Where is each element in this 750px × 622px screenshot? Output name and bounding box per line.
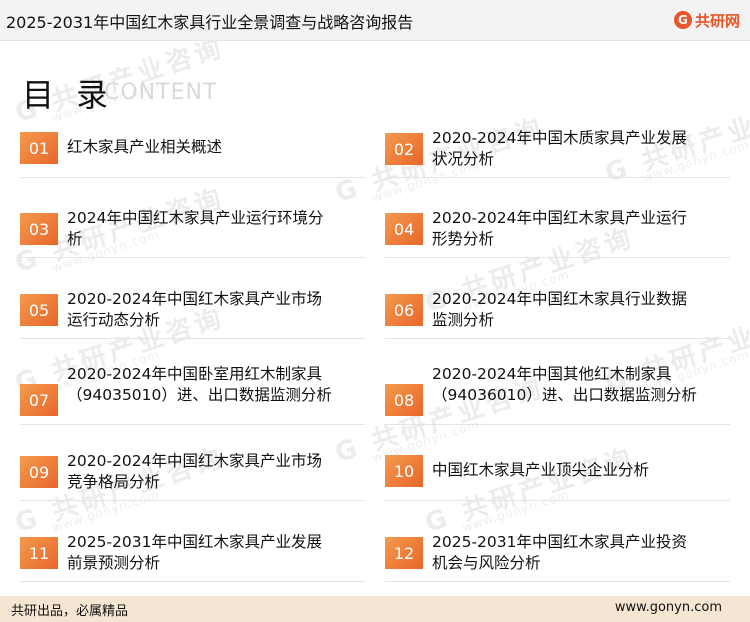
toc-item-number: 11 <box>20 537 58 569</box>
toc-item-title: 2024年中国红木家具产业运行环境分析 <box>67 209 324 248</box>
toc-item-title: 2020-2024年中国木质家具产业发展状况分析 <box>432 129 687 168</box>
toc-item-04[interactable]: 04 2020-2024年中国红木家具产业运行形势分析 <box>385 198 730 262</box>
toc-item-02[interactable]: 02 2020-2024年中国木质家具产业发展状况分析 <box>385 118 730 182</box>
toc-item-title: 2020-2024年中国红木家具产业市场运行动态分析 <box>67 290 322 329</box>
toc-item-divider <box>385 424 730 425</box>
toc-item-number: 04 <box>385 213 423 245</box>
toc-item-number: 10 <box>385 455 423 487</box>
toc-item-divider <box>20 338 365 339</box>
toc-item-08[interactable]: 08 2020-2024年中国其他红木制家具（94036010）进、出口数据监测分… <box>385 360 730 425</box>
logo-icon: G <box>673 11 692 29</box>
toc-item-11[interactable]: 11 2025-2031年中国红木家具产业发展前景预测分析 <box>20 522 365 586</box>
toc-item-divider <box>385 177 730 178</box>
toc-item-divider <box>20 424 365 425</box>
toc-item-07[interactable]: 07 2020-2024年中国卧室用红木制家具（94035010）进、出口数据监测… <box>20 360 365 425</box>
toc-item-10[interactable]: 10 中国红木家具产业顶尖企业分析 <box>385 441 730 505</box>
toc-item-divider <box>385 581 730 582</box>
toc-item-number: 03 <box>20 213 58 245</box>
toc-heading: 目 录 <box>22 76 115 114</box>
toc-subheading: CONTENT <box>104 80 218 105</box>
toc-item-number: 09 <box>20 456 58 488</box>
toc-item-divider <box>20 500 365 501</box>
toc-item-title: 2020-2024年中国其他红木制家具（94036010）进、出口数据监测分析 <box>432 365 697 404</box>
toc-item-title: 中国红木家具产业顶尖企业分析 <box>432 461 650 479</box>
toc-item-01[interactable]: 01 红木家具产业相关概述 <box>20 118 365 182</box>
header-bar: 2025-2031年中国红木家具行业全景调查与战略咨询报告 G 共研网 <box>0 0 750 41</box>
toc-item-title: 2020-2024年中国红木家具产业运行形势分析 <box>432 209 687 248</box>
toc-item-divider <box>385 338 730 339</box>
toc-item-divider <box>385 500 730 501</box>
footer-url: www.gonyn.com <box>614 600 722 615</box>
toc-item-divider <box>20 581 365 582</box>
toc-item-divider <box>20 177 365 178</box>
toc-item-12[interactable]: 12 2025-2031年中国红木家具产业投资机会与风险分析 <box>385 522 730 586</box>
toc-item-title: 红木家具产业相关概述 <box>67 138 223 156</box>
toc-item-divider <box>20 257 365 258</box>
toc-item-title: 2020-2024年中国卧室用红木制家具（94035010）进、出口数据监测分析 <box>67 365 332 404</box>
toc-item-number: 02 <box>385 133 423 165</box>
toc-item-number: 01 <box>20 132 58 164</box>
toc-item-06[interactable]: 06 2020-2024年中国红木家具行业数据监测分析 <box>385 279 730 343</box>
toc-item-title: 2025-2031年中国红木家具产业投资机会与风险分析 <box>432 533 687 572</box>
toc-item-number: 12 <box>385 537 423 569</box>
footer-slogan: 共研出品，必属精品 <box>11 604 129 619</box>
toc-item-title: 2025-2031年中国红木家具产业发展前景预测分析 <box>67 533 322 572</box>
toc-item-title: 2020-2024年中国红木家具产业市场竞争格局分析 <box>67 452 322 491</box>
toc-item-03[interactable]: 03 2024年中国红木家具产业运行环境分析 <box>20 198 365 262</box>
toc-item-title: 2020-2024年中国红木家具行业数据监测分析 <box>432 290 687 329</box>
footer-bar: 共研出品，必属精品 www.gonyn.com <box>0 596 750 622</box>
logo-text: 共研网 <box>694 11 740 30</box>
toc-item-number: 07 <box>20 384 58 416</box>
toc-item-divider <box>385 257 730 258</box>
toc-item-09[interactable]: 09 2020-2024年中国红木家具产业市场竞争格局分析 <box>20 441 365 505</box>
toc-item-05[interactable]: 05 2020-2024年中国红木家具产业市场运行动态分析 <box>20 279 365 343</box>
toc-item-number: 05 <box>20 294 58 326</box>
toc-item-number: 08 <box>385 384 423 416</box>
toc-item-number: 06 <box>385 294 423 326</box>
brand-logo: G 共研网 <box>673 9 740 31</box>
